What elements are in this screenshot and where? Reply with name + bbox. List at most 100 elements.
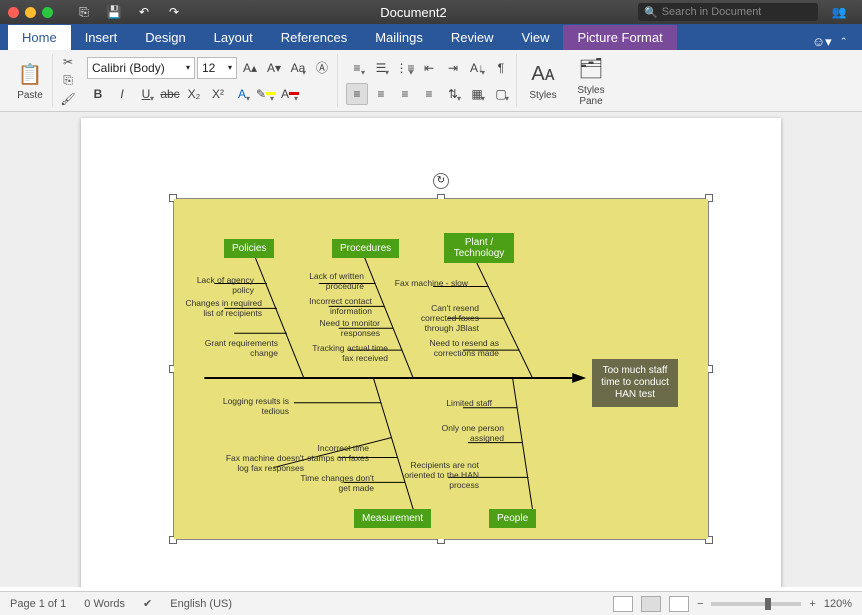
zoom-slider[interactable] (711, 602, 801, 606)
indent-icon[interactable]: ⇥ (442, 57, 464, 79)
tab-references[interactable]: References (267, 25, 361, 50)
paste-label: Paste (17, 90, 43, 101)
paste-icon: 📋 (16, 60, 44, 88)
styles-button[interactable]: Aᴀ Styles (525, 60, 561, 101)
styles-label: Styles (529, 90, 556, 101)
paste-button[interactable]: 📋 Paste (12, 60, 48, 101)
change-case-icon[interactable]: Aa (287, 57, 309, 79)
save-icon[interactable]: 💾 (105, 3, 123, 21)
fishbone-effect: Too much staff time to conduct HAN test (592, 359, 678, 407)
font-name-select[interactable]: Calibri (Body)▾ (87, 57, 195, 79)
tab-review[interactable]: Review (437, 25, 508, 50)
document-canvas[interactable]: ↻ (0, 112, 862, 587)
cause: Incorrect contact information (292, 297, 372, 317)
ribbon-tabs: Home Insert Design Layout References Mai… (0, 24, 862, 50)
borders-icon[interactable]: ▢ (490, 83, 512, 105)
cause: Lack of agency policy (174, 276, 254, 296)
subscript-button[interactable]: X₂ (183, 83, 205, 105)
copy-icon[interactable]: ⎘ (57, 72, 79, 89)
cause: Grant requirements change (198, 339, 278, 359)
strike-button[interactable]: abc (159, 83, 181, 105)
cause: Only one person assigned (424, 424, 504, 444)
tab-home[interactable]: Home (8, 25, 71, 50)
redo-icon[interactable]: ↷ (165, 3, 183, 21)
outdent-icon[interactable]: ⇤ (418, 57, 440, 79)
bullets-icon[interactable]: ≡ (346, 57, 368, 79)
clear-format-icon[interactable]: Ⓐ (311, 57, 333, 79)
multilevel-icon[interactable]: ⋮≡ (394, 57, 416, 79)
align-right-icon[interactable]: ≡ (394, 83, 416, 105)
cause: Lack of written procedure (284, 272, 364, 292)
cause: Recipients are not oriented to the HAN p… (399, 461, 479, 490)
grow-font-icon[interactable]: A▴ (239, 57, 261, 79)
styles-pane-label: Styles Pane (573, 85, 609, 107)
highlight-icon[interactable]: ✎ (255, 83, 277, 105)
tab-design[interactable]: Design (131, 25, 199, 50)
styles-group: Aᴀ Styles (521, 54, 565, 107)
format-painter-icon[interactable]: 🖌 (57, 91, 79, 107)
zoom-in-icon[interactable]: + (809, 598, 815, 610)
paragraph-group: ≡ ☰ ⋮≡ ⇤ ⇥ A↓ ¶ ≡ ≡ ≡ ≡ ⇅ ▦ ▢ (342, 54, 517, 107)
numbering-icon[interactable]: ☰ (370, 57, 392, 79)
shrink-font-icon[interactable]: A▾ (263, 57, 285, 79)
line-spacing-icon[interactable]: ⇅ (442, 83, 464, 105)
maximize-icon[interactable] (42, 7, 53, 18)
font-color-icon[interactable]: A (279, 83, 301, 105)
minimize-icon[interactable] (25, 7, 36, 18)
page: ↻ (81, 118, 781, 587)
tab-view[interactable]: View (508, 25, 564, 50)
zoom-level[interactable]: 120% (824, 598, 852, 610)
align-left-icon[interactable]: ≡ (346, 83, 368, 105)
underline-button[interactable]: U (135, 83, 157, 105)
share-icon[interactable]: 👥 (830, 3, 848, 21)
smiley-icon[interactable]: ☺▾ (812, 34, 832, 50)
search-placeholder: Search in Document (662, 6, 762, 18)
cause: Can't resend corrected faxes through JBl… (399, 304, 479, 333)
tab-picture-format[interactable]: Picture Format (563, 25, 676, 50)
align-center-icon[interactable]: ≡ (370, 83, 392, 105)
shading-icon[interactable]: ▦ (466, 83, 488, 105)
text-effects-icon[interactable]: A (231, 83, 253, 105)
category-procedures: Procedures (332, 239, 399, 258)
italic-button[interactable]: I (111, 83, 133, 105)
sort-icon[interactable]: A↓ (466, 57, 488, 79)
tab-insert[interactable]: Insert (71, 25, 132, 50)
collapse-ribbon-icon[interactable]: ˆ (842, 35, 846, 50)
tab-mailings[interactable]: Mailings (361, 25, 437, 50)
autosave-icon[interactable]: ⎘ (75, 3, 93, 21)
print-layout-icon[interactable] (641, 596, 661, 612)
web-layout-icon[interactable] (669, 596, 689, 612)
cause: Limited staff (412, 399, 492, 409)
close-icon[interactable] (8, 7, 19, 18)
language-indicator[interactable]: English (US) (170, 598, 232, 610)
spellcheck-icon[interactable]: ✔ (143, 597, 152, 610)
superscript-button[interactable]: X² (207, 83, 229, 105)
bold-button[interactable]: B (87, 83, 109, 105)
category-policies: Policies (224, 239, 274, 258)
window-controls (8, 7, 53, 18)
search-input[interactable]: 🔍 Search in Document (638, 3, 818, 21)
tab-layout[interactable]: Layout (200, 25, 267, 50)
page-indicator[interactable]: Page 1 of 1 (10, 598, 66, 610)
cause: Time changes don't get made (294, 474, 374, 494)
rotation-handle[interactable]: ↻ (433, 173, 449, 189)
ribbon: 📋 Paste ✂ ⎘ 🖌 Calibri (Body)▾ 12▾ A▴ A▾ … (0, 50, 862, 112)
show-marks-icon[interactable]: ¶ (490, 57, 512, 79)
justify-icon[interactable]: ≡ (418, 83, 440, 105)
clipboard-extra: ✂ ⎘ 🖌 (57, 54, 79, 107)
search-icon: 🔍 (644, 6, 658, 19)
styles-icon: Aᴀ (529, 60, 557, 88)
cause: Need to monitor responses (300, 319, 380, 339)
undo-icon[interactable]: ↶ (135, 3, 153, 21)
focus-view-icon[interactable] (613, 596, 633, 612)
cut-icon[interactable]: ✂ (57, 54, 79, 70)
font-size-select[interactable]: 12▾ (197, 57, 237, 79)
word-count[interactable]: 0 Words (84, 598, 125, 610)
cause: Incorrect time stamps on faxes (289, 444, 369, 464)
styles-pane-button[interactable]: 🗂 Styles Pane (573, 55, 609, 107)
document-title: Document2 (189, 5, 638, 20)
zoom-out-icon[interactable]: − (697, 598, 703, 610)
cause: Changes in required list of recipients (182, 299, 262, 319)
fishbone-diagram: Policies Procedures Plant / Technology M… (174, 199, 708, 539)
selected-picture[interactable]: ↻ (173, 198, 709, 540)
